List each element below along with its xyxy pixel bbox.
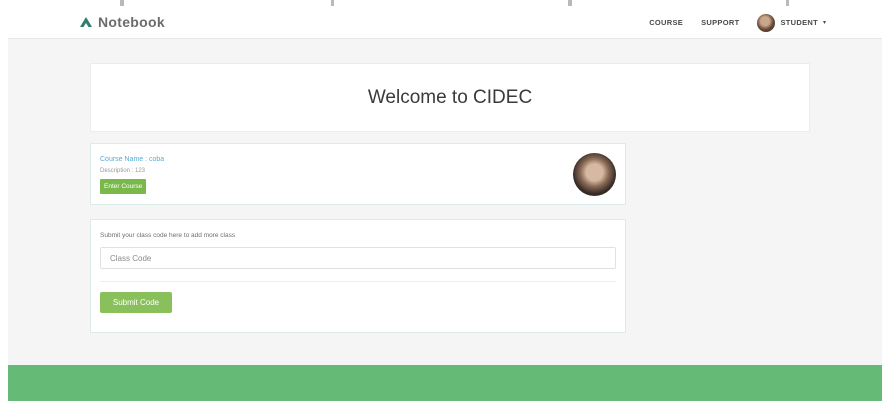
course-card: Course Name : coba Description : 123 Ent… [90, 143, 626, 205]
caret-down-icon: ▾ [822, 20, 826, 26]
footer [8, 365, 882, 401]
brand-name: Notebook [98, 14, 165, 30]
class-code-input[interactable] [100, 247, 616, 269]
avatar [757, 13, 776, 32]
course-photo [573, 153, 616, 196]
welcome-panel: Welcome to CIDEC [90, 63, 810, 132]
user-name: STUDENT [780, 18, 818, 27]
main-nav: COURSE SUPPORT STUDENT ▾ [649, 6, 826, 39]
course-description: Description : 123 [100, 168, 146, 174]
nav-item-course[interactable]: COURSE [649, 18, 683, 27]
page-title: Welcome to CIDEC [367, 86, 533, 108]
submit-code-button[interactable]: Submit Code [100, 292, 172, 313]
class-code-prompt: Submit your class code here to add more … [100, 232, 236, 239]
top-navbar: Notebook COURSE SUPPORT STUDENT ▾ [8, 6, 882, 39]
main-content: Welcome to CIDEC Course Name : coba Desc… [8, 39, 882, 365]
chevron-up-icon [80, 17, 92, 27]
nav-item-support[interactable]: SUPPORT [701, 18, 739, 27]
class-code-card: Submit your class code here to add more … [90, 219, 626, 333]
user-menu[interactable]: STUDENT ▾ [757, 13, 826, 32]
divider [100, 281, 616, 282]
brand[interactable]: Notebook [80, 14, 165, 30]
page: Notebook COURSE SUPPORT STUDENT ▾ Welcom… [0, 0, 882, 401]
enter-course-button[interactable]: Enter Course [100, 179, 147, 194]
course-name[interactable]: Course Name : coba [100, 156, 164, 163]
